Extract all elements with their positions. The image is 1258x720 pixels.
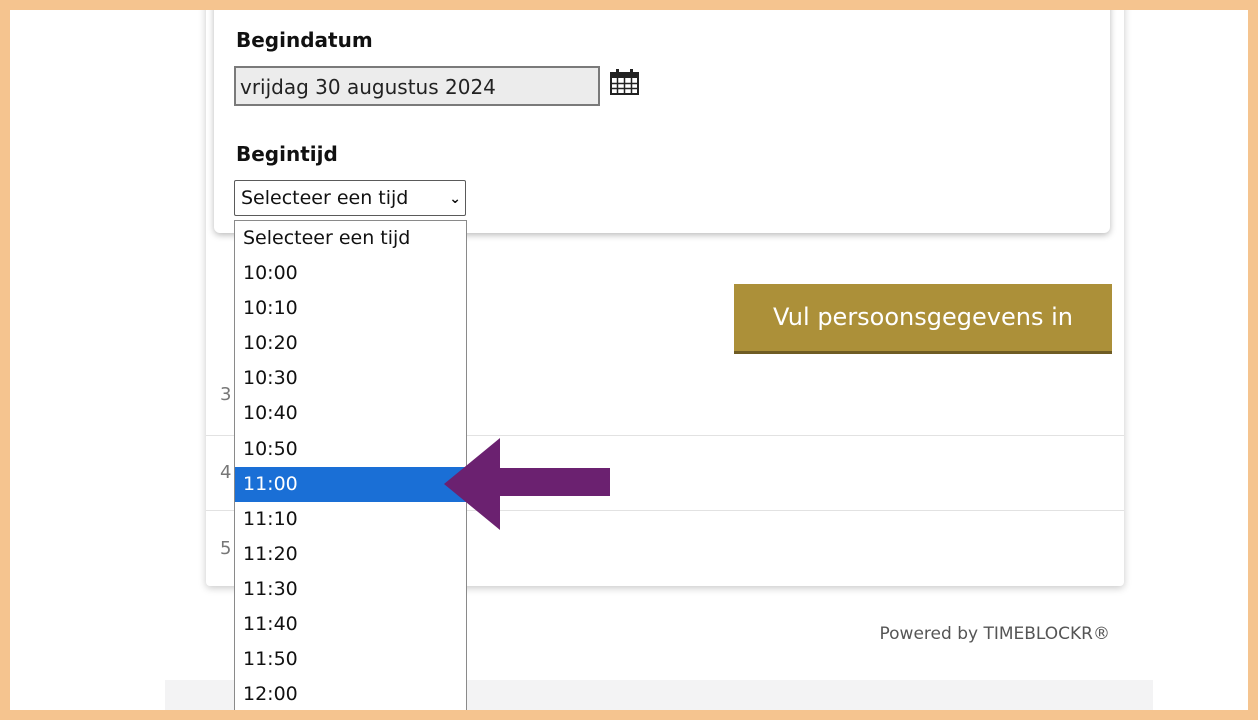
start-date-label: Begindatum — [236, 28, 373, 52]
time-option[interactable]: 10:00 — [235, 256, 466, 291]
powered-by-text: Powered by TIMEBLOCKR® — [879, 624, 1110, 644]
time-option[interactable]: 10:30 — [235, 361, 466, 396]
arrow-left-icon — [444, 438, 610, 534]
fill-personal-details-button[interactable]: Vul persoonsgegevens in — [734, 284, 1112, 354]
time-option[interactable]: 11:50 — [235, 642, 466, 677]
list-item-number: 4 — [220, 462, 232, 483]
chevron-down-icon: ⌄ — [449, 191, 461, 207]
time-option[interactable]: 10:20 — [235, 326, 466, 361]
time-option[interactable]: 11:30 — [235, 572, 466, 607]
time-option[interactable]: Selecteer een tijd — [235, 221, 466, 256]
start-date-field[interactable]: vrijdag 30 augustus 2024 — [234, 66, 600, 106]
time-option[interactable]: 10:40 — [235, 396, 466, 431]
start-time-select[interactable]: Selecteer een tijd ⌄ — [234, 180, 466, 216]
time-option[interactable]: 10:50 — [235, 432, 466, 467]
calendar-icon[interactable] — [610, 68, 640, 100]
start-time-select-value: Selecteer een tijd — [241, 187, 409, 209]
time-option[interactable]: 11:40 — [235, 607, 466, 642]
time-option-highlighted[interactable]: 11:00 — [235, 466, 466, 502]
page-viewport: 3 4 5 Begindatum vrijdag 30 augustus 202… — [10, 10, 1248, 710]
time-option[interactable]: 11:10 — [235, 502, 466, 537]
time-option[interactable]: 12:00 — [235, 677, 466, 710]
time-options-dropdown[interactable]: Selecteer een tijd 10:00 10:10 10:20 10:… — [234, 220, 467, 710]
start-time-label: Begintijd — [236, 142, 338, 166]
time-option[interactable]: 11:20 — [235, 537, 466, 572]
time-option[interactable]: 10:10 — [235, 291, 466, 326]
list-item-number: 5 — [220, 538, 232, 559]
list-item-number: 3 — [220, 384, 232, 405]
